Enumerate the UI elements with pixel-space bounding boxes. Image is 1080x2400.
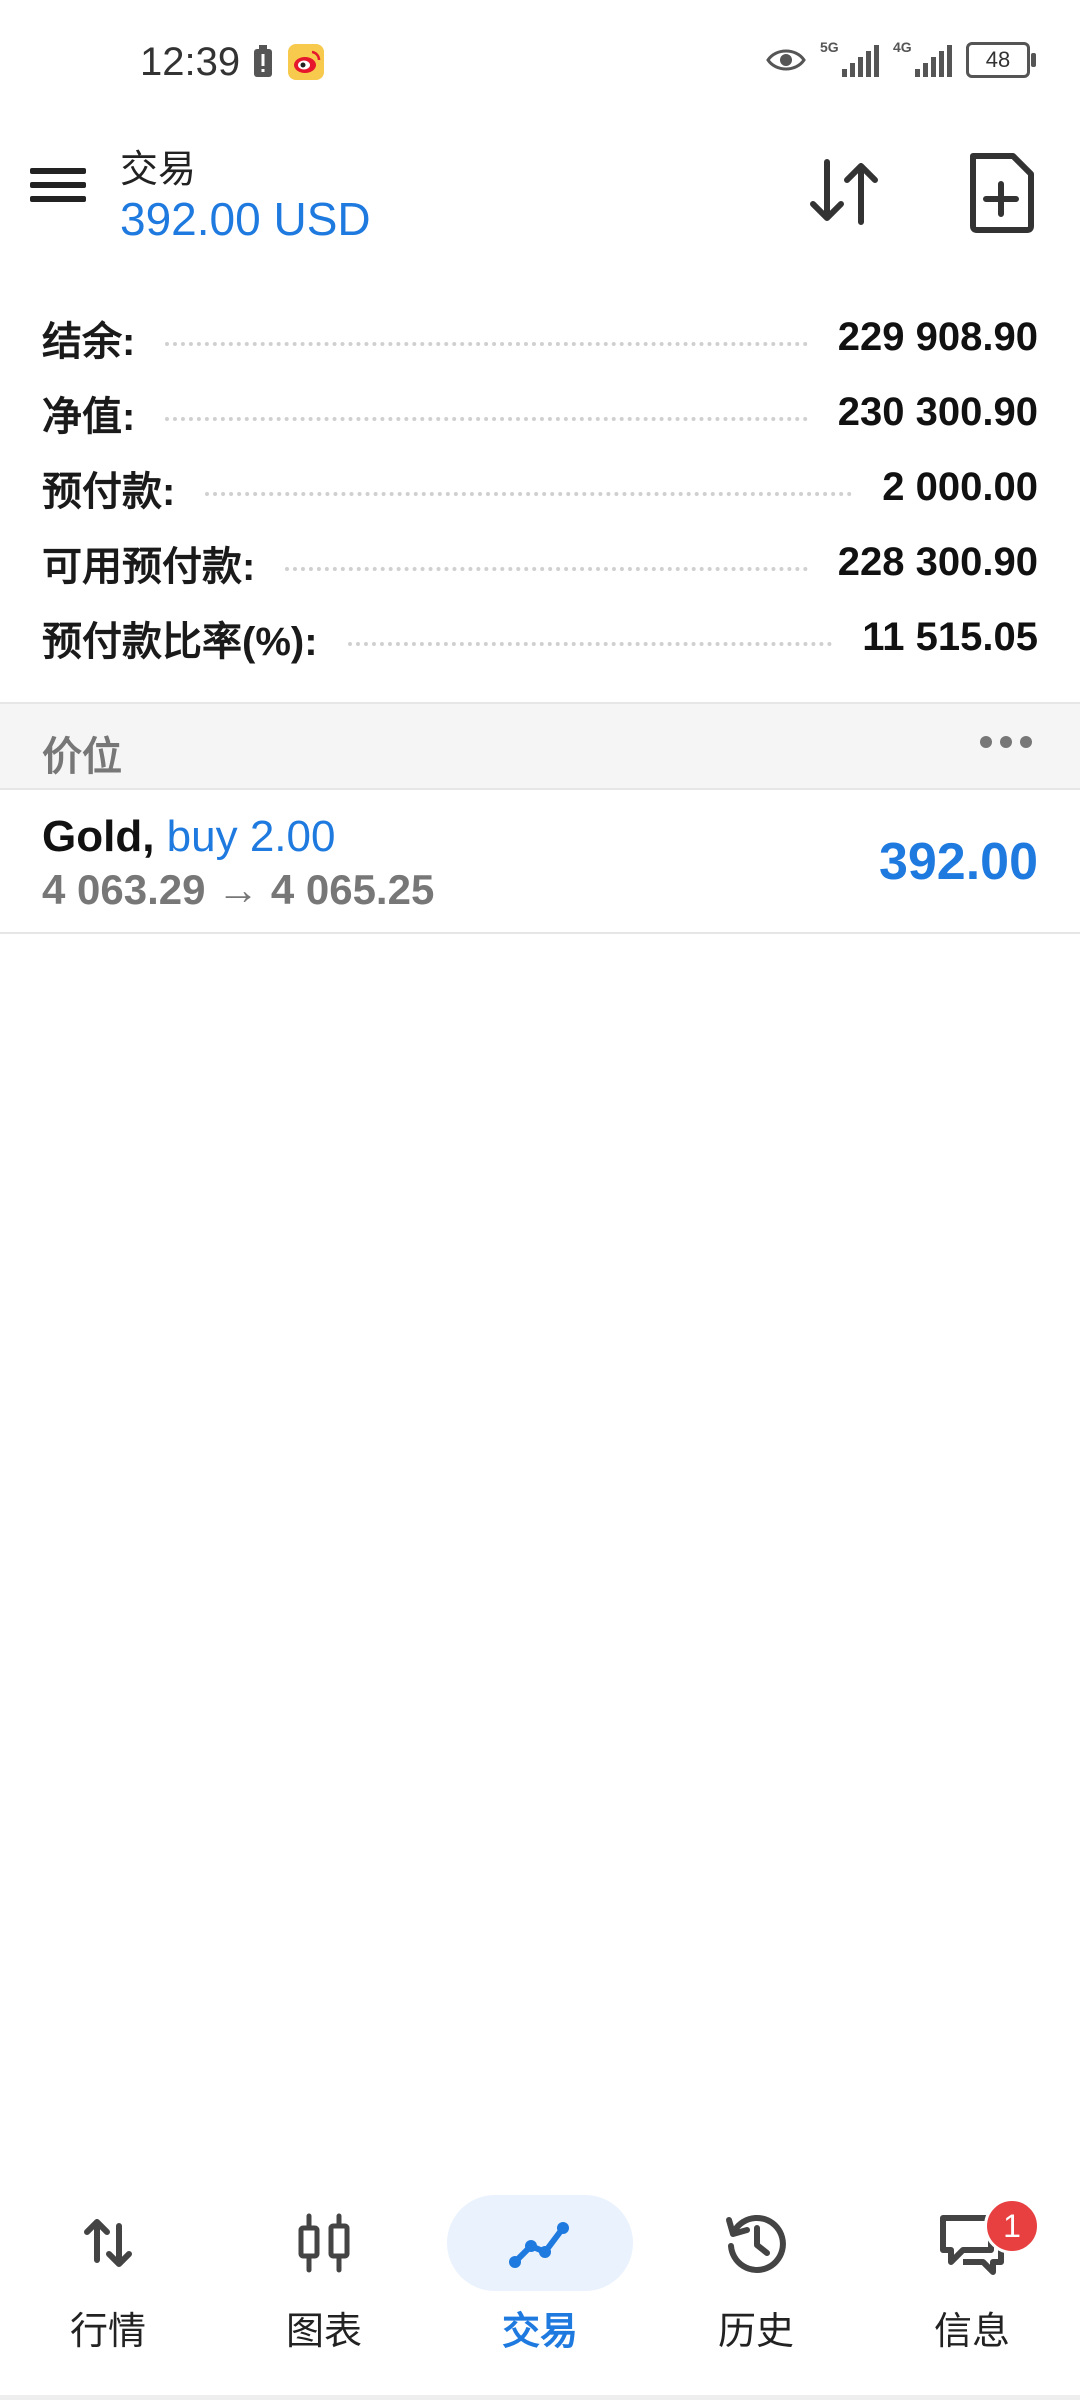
history-icon	[726, 2215, 786, 2273]
nav-label: 行情	[69, 2311, 146, 2353]
summary-value: 230 300.90	[837, 390, 1038, 434]
eye-icon	[766, 49, 806, 71]
dotted-leader	[347, 641, 833, 646]
summary-label: 净值:	[42, 394, 136, 439]
page-title: 交易	[120, 149, 197, 191]
bottom-nav: 行情 图表 交易 历史 1 信息	[0, 2180, 1080, 2360]
summary-value: 11 515.05	[862, 615, 1038, 659]
position-profit: 392.00	[878, 833, 1038, 891]
summary-label: 预付款:	[42, 469, 176, 514]
nav-item-chart[interactable]: 图表	[216, 2180, 432, 2360]
summary-value: 2 000.00	[882, 465, 1038, 509]
summary-value: 229 908.90	[837, 315, 1038, 359]
nav-item-quotes[interactable]: 行情	[0, 2180, 216, 2360]
profit-total: 392.00 USD	[120, 193, 371, 245]
nav-label: 交易	[501, 2311, 578, 2353]
nav-label: 图表	[285, 2311, 362, 2353]
dotted-leader	[165, 341, 808, 346]
net2-tag: 4G	[893, 39, 912, 55]
signal-icon: 4G	[893, 39, 952, 77]
position-direction: buy 2.00	[166, 812, 336, 861]
menu-icon-bar	[30, 168, 86, 174]
position-symbol: Gold,	[42, 812, 155, 861]
summary-row-margin: 预付款: 2 000.00	[0, 450, 1080, 525]
position-row[interactable]: Gold, buy 2.00 4 063.29 → 4 065.25 392.0…	[0, 790, 1080, 934]
quotes-arrows-icon	[84, 2219, 132, 2267]
position-title: Gold, buy 2.00	[42, 812, 335, 862]
menu-button[interactable]	[30, 160, 90, 220]
net1-tag: 5G	[820, 39, 839, 55]
signal-icon: 5G	[820, 39, 879, 77]
battery-icon: 48	[966, 42, 1036, 78]
status-right: 5G 4G 48	[766, 39, 1036, 78]
nav-item-history[interactable]: 历史	[648, 2180, 864, 2360]
summary-row-equity: 净值: 230 300.90	[0, 375, 1080, 450]
nav-item-messages[interactable]: 1 信息	[864, 2180, 1080, 2360]
nav-label: 信息	[933, 2311, 1010, 2353]
summary-row-balance: 结余: 229 908.90	[0, 300, 1080, 375]
summary-label: 结余:	[42, 319, 136, 364]
dotted-leader	[285, 566, 808, 571]
dotted-leader	[165, 416, 808, 421]
chart-candles-icon	[298, 2213, 350, 2273]
menu-icon-bar	[30, 182, 86, 188]
home-indicator	[0, 2395, 1080, 2400]
trade-line-icon	[509, 2222, 569, 2268]
positions-section-header: 价位	[0, 702, 1080, 790]
sort-button[interactable]	[805, 152, 885, 232]
battery-alert-icon	[254, 45, 272, 77]
summary-label: 预付款比率(%):	[42, 619, 318, 664]
notification-badge: 1	[984, 2198, 1040, 2254]
summary-value: 228 300.90	[837, 540, 1038, 584]
status-time: 12:39	[140, 40, 241, 84]
account-summary: 结余: 229 908.90 净值: 230 300.90 预付款: 2 000…	[0, 300, 1080, 675]
more-options-icon[interactable]	[980, 736, 1032, 748]
summary-row-margin-level: 预付款比率(%): 11 515.05	[0, 600, 1080, 675]
menu-icon-bar	[30, 196, 86, 202]
position-prices: 4 063.29 → 4 065.25	[42, 866, 435, 913]
new-order-button[interactable]	[965, 150, 1037, 234]
summary-row-free-margin: 可用预付款: 228 300.90	[0, 525, 1080, 600]
nav-item-trade[interactable]: 交易	[432, 2180, 648, 2360]
dotted-leader	[205, 491, 853, 496]
section-title: 价位	[42, 735, 122, 779]
status-bar: 12:39 5G 4G 48	[0, 0, 1080, 130]
nav-label: 历史	[717, 2311, 794, 2353]
summary-label: 可用预付款:	[42, 544, 256, 589]
status-left-icons	[252, 44, 324, 80]
weibo-icon	[288, 44, 324, 80]
app-header: 交易 392.00 USD	[0, 130, 1080, 280]
